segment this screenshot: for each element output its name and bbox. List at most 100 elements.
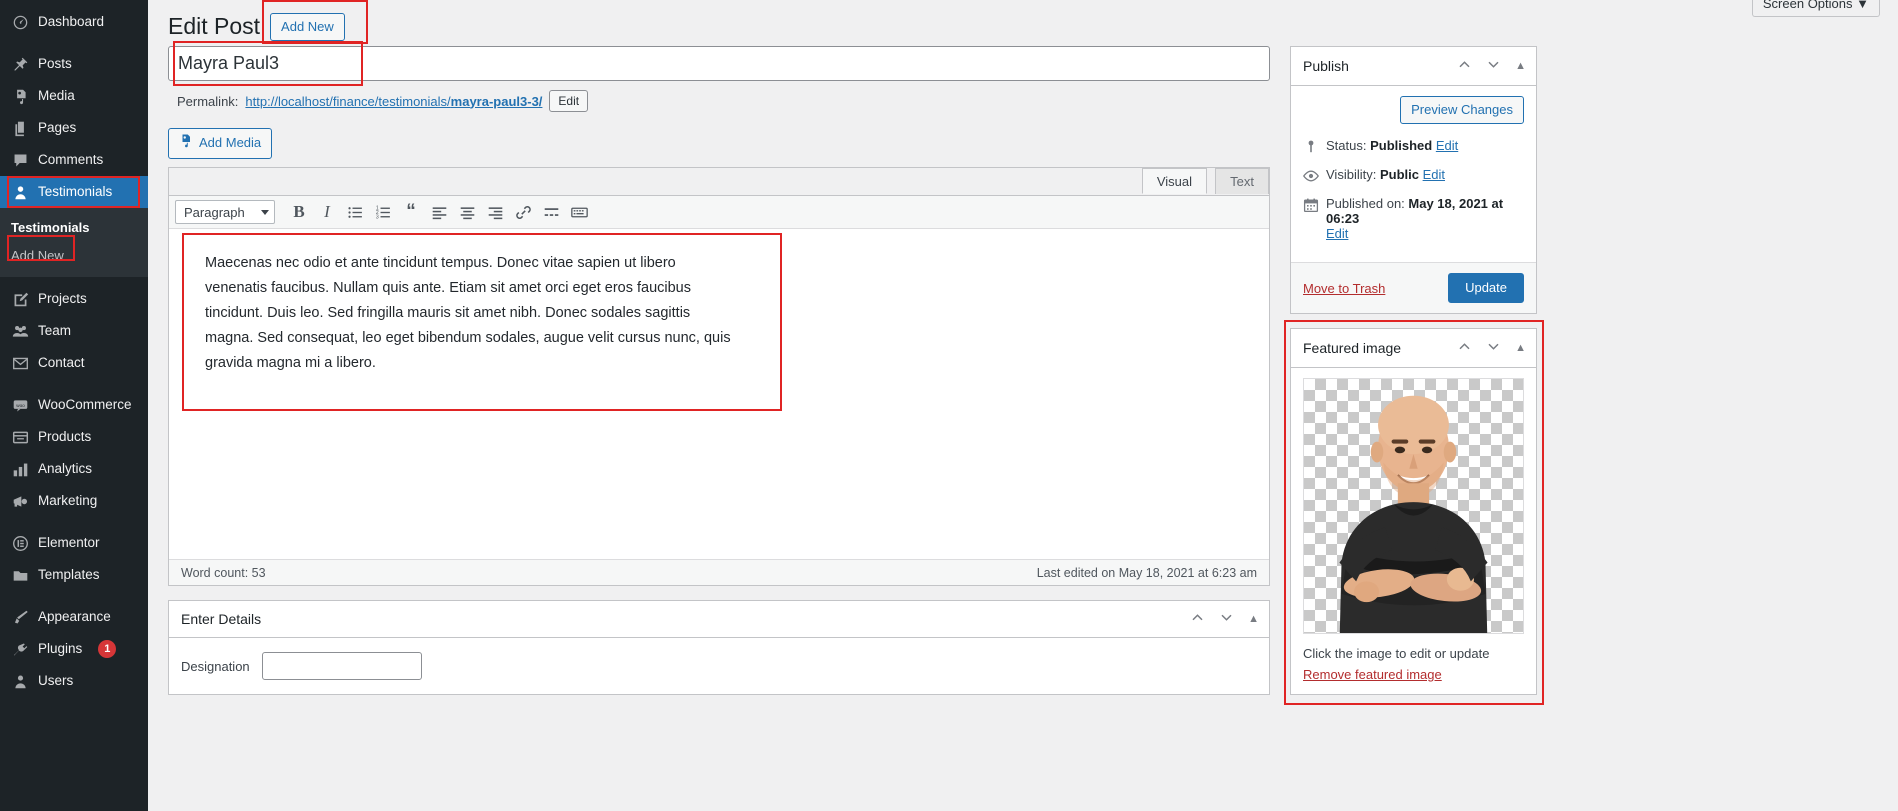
sidebar-item-contact[interactable]: Contact [0, 347, 148, 379]
move-down-icon[interactable] [1219, 610, 1234, 628]
permalink-edit-button[interactable]: Edit [549, 90, 588, 112]
elementor-icon [11, 534, 29, 552]
plug-icon [11, 640, 29, 658]
remove-featured-image-link[interactable]: Remove featured image [1303, 667, 1442, 682]
sidebar-item-plugins[interactable]: Plugins 1 [0, 633, 148, 665]
paragraph-format-select[interactable]: Paragraph [175, 200, 275, 224]
sidebar-item-marketing[interactable]: Marketing [0, 485, 148, 517]
published-label: Published on: [1326, 196, 1405, 211]
sidebar-item-label: Plugins [38, 633, 82, 665]
sidebar-item-media[interactable]: Media [0, 80, 148, 112]
woo-icon: woo [11, 396, 29, 414]
sidebar-item-label: Products [38, 421, 91, 453]
screen-options-toggle[interactable]: Screen Options ▼ [1752, 0, 1880, 17]
sidebar-item-elementor[interactable]: Elementor [0, 527, 148, 559]
eye-icon [1303, 167, 1319, 187]
admin-sidebar: Dashboard Posts Media Pages Comments Tes… [0, 0, 148, 811]
calendar-icon [1303, 196, 1319, 216]
update-button[interactable]: Update [1448, 273, 1524, 303]
preview-changes-row: Preview Changes [1303, 96, 1524, 124]
italic-icon[interactable]: I [313, 200, 341, 224]
sidebar-item-templates[interactable]: Templates [0, 559, 148, 591]
preview-changes-button[interactable]: Preview Changes [1400, 96, 1524, 124]
brush-icon [11, 608, 29, 626]
svg-text:3: 3 [375, 214, 378, 220]
visibility-label: Visibility: [1326, 167, 1376, 182]
status-edit-link[interactable]: Edit [1436, 138, 1458, 153]
sidebar-item-label: Elementor [38, 527, 100, 559]
featured-image-caption: Click the image to edit or update [1303, 634, 1524, 667]
sidebar-item-label: Pages [38, 112, 76, 144]
sidebar-item-comments[interactable]: Comments [0, 144, 148, 176]
move-down-icon[interactable] [1486, 57, 1501, 75]
align-center-icon[interactable] [453, 200, 481, 224]
tab-visual[interactable]: Visual [1142, 168, 1207, 194]
publish-panel: Publish ▲ Preview Changes [1290, 46, 1537, 314]
sidebar-item-projects[interactable]: Projects [0, 283, 148, 315]
page-title: Edit Post [168, 12, 260, 42]
bulleted-list-icon[interactable] [341, 200, 369, 224]
sidebar-item-appearance[interactable]: Appearance [0, 601, 148, 633]
post-title-input[interactable] [168, 46, 1270, 81]
sidebar-item-products[interactable]: Products [0, 421, 148, 453]
tab-text[interactable]: Text [1215, 168, 1269, 194]
featured-image-thumbnail[interactable] [1303, 378, 1524, 634]
sidebar-item-testimonials[interactable]: Testimonials [0, 176, 148, 208]
published-on-row: Published on: May 18, 2021 at 06:23 Edit [1303, 196, 1524, 241]
toggle-panel-icon[interactable]: ▲ [1515, 342, 1526, 354]
screen-options-label: Screen Options [1763, 0, 1853, 11]
align-left-icon[interactable] [425, 200, 453, 224]
numbered-list-icon[interactable]: 123 [369, 200, 397, 224]
move-down-icon[interactable] [1486, 339, 1501, 357]
move-to-trash-link[interactable]: Move to Trash [1303, 281, 1385, 296]
sidebar-item-label: Contact [38, 347, 85, 379]
sidebar-item-label: Analytics [38, 453, 92, 485]
permalink-url[interactable]: http://localhost/finance/testimonials/ma… [245, 94, 542, 109]
published-edit-link[interactable]: Edit [1326, 226, 1524, 241]
sidebar-item-pages[interactable]: Pages [0, 112, 148, 144]
featured-image-title: Featured image [1303, 340, 1401, 356]
sidebar-item-analytics[interactable]: Analytics [0, 453, 148, 485]
media-icon [11, 87, 29, 105]
visibility-row: Visibility: Public Edit [1303, 167, 1524, 187]
move-up-icon[interactable] [1190, 610, 1205, 628]
keyboard-toolbar-toggle-icon[interactable] [565, 200, 593, 224]
bold-icon[interactable]: B [285, 200, 313, 224]
visibility-edit-link[interactable]: Edit [1423, 167, 1445, 182]
submenu-item-testimonials[interactable]: Testimonials [0, 214, 148, 242]
toggle-panel-icon[interactable]: ▲ [1248, 613, 1259, 625]
move-up-icon[interactable] [1457, 339, 1472, 357]
sidebar-item-woocommerce[interactable]: woo WooCommerce [0, 389, 148, 421]
sidebar-item-posts[interactable]: Posts [0, 48, 148, 80]
move-up-icon[interactable] [1457, 57, 1472, 75]
sidebar-item-label: Testimonials [38, 176, 112, 208]
metabox-controls: ▲ [1190, 610, 1259, 628]
sidebar-item-label: Users [38, 665, 73, 697]
editor-content-area[interactable]: Maecenas nec odio et ante tincidunt temp… [169, 229, 1269, 559]
admin-main: Screen Options ▼ Edit Post Add New Perma… [148, 0, 1898, 811]
designation-input[interactable] [262, 652, 422, 680]
sidebar-item-team[interactable]: Team [0, 315, 148, 347]
align-right-icon[interactable] [481, 200, 509, 224]
status-value: Published [1370, 138, 1432, 153]
link-icon[interactable] [509, 200, 537, 224]
add-new-button[interactable]: Add New [270, 13, 345, 41]
add-media-row: Add Media [168, 112, 1270, 159]
media-icon [178, 133, 193, 153]
sidebar-item-users[interactable]: Users [0, 665, 148, 697]
dashboard-icon [11, 13, 29, 31]
submenu-item-add-new[interactable]: Add New [0, 242, 148, 270]
toggle-panel-icon[interactable]: ▲ [1515, 60, 1526, 72]
publish-panel-controls: ▲ [1457, 57, 1526, 75]
content-columns: Permalink: http://localhost/finance/test… [148, 46, 1898, 709]
add-media-label: Add Media [199, 134, 261, 152]
sidebar-item-label: Dashboard [38, 6, 104, 38]
add-media-button[interactable]: Add Media [168, 128, 272, 159]
analytics-icon [11, 460, 29, 478]
post-editor: Visual Text Paragraph B I [168, 167, 1270, 586]
projects-icon [11, 290, 29, 308]
comments-icon [11, 151, 29, 169]
read-more-icon[interactable] [537, 200, 565, 224]
blockquote-icon[interactable]: “ [397, 200, 425, 224]
sidebar-item-dashboard[interactable]: Dashboard [0, 6, 148, 38]
